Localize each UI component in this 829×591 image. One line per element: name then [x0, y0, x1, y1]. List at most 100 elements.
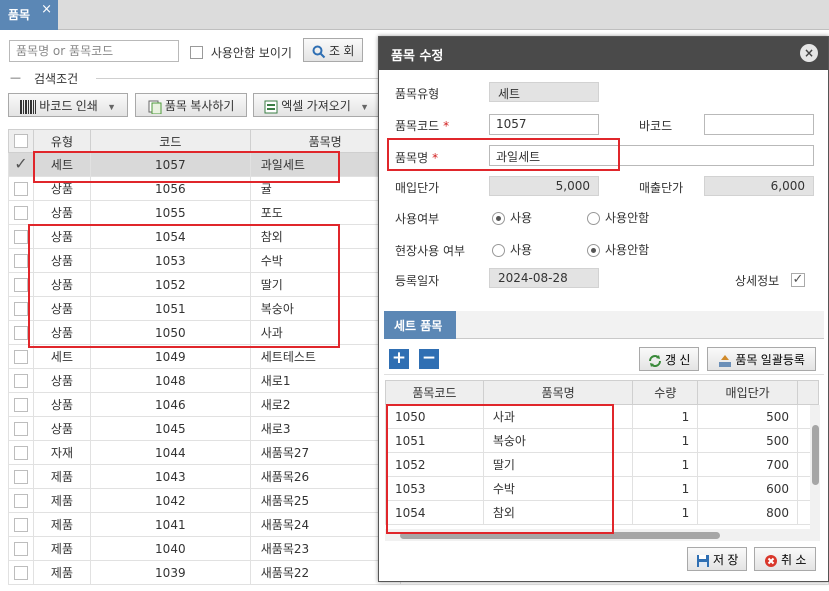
horizontal-scrollbar[interactable]: [385, 529, 819, 541]
field-use-label: 현장사용 여부: [395, 244, 466, 258]
row-checkbox[interactable]: [13, 181, 28, 196]
row-checkbox[interactable]: [13, 469, 28, 484]
required-mark: *: [432, 151, 439, 165]
row-select-cell[interactable]: [8, 392, 34, 417]
row-select-cell[interactable]: [8, 200, 34, 225]
barcode-input[interactable]: [704, 114, 814, 135]
row-select-cell[interactable]: [8, 536, 34, 561]
set-column-qty[interactable]: 수량: [632, 380, 699, 405]
save-label: 저 장: [712, 553, 739, 567]
column-header-code[interactable]: 코드: [89, 129, 251, 153]
bulk-register-button[interactable]: 품목 일괄등록: [707, 347, 816, 371]
table-row[interactable]: 1051 복숭아 1 500: [385, 428, 819, 453]
set-cell-price[interactable]: 700: [697, 452, 799, 477]
show-unused-checkbox[interactable]: [190, 46, 203, 59]
table-row[interactable]: 1053 수박 1 600: [385, 476, 819, 501]
collapse-icon[interactable]: —: [10, 71, 21, 84]
tab-items[interactable]: 품목 ×: [0, 0, 58, 30]
row-select-cell[interactable]: [8, 368, 34, 393]
field-no-radio[interactable]: 사용안함: [587, 241, 649, 258]
cell-code: 1051: [89, 296, 251, 321]
select-all-checkbox[interactable]: [13, 134, 28, 149]
set-cell-qty[interactable]: 1: [632, 404, 699, 429]
row-select-cell[interactable]: [8, 560, 34, 585]
chevron-down-icon[interactable]: ▼: [360, 102, 369, 112]
row-checkbox[interactable]: [13, 421, 28, 436]
chevron-down-icon[interactable]: ▼: [107, 102, 116, 112]
row-select-cell[interactable]: [8, 224, 34, 249]
row-select-cell[interactable]: [8, 512, 34, 537]
row-select-cell[interactable]: [8, 464, 34, 489]
add-row-icon[interactable]: +: [389, 349, 409, 369]
check-icon[interactable]: ✓: [14, 154, 27, 173]
refresh-button[interactable]: 갱 신: [639, 347, 699, 371]
barcode-print-button[interactable]: 바코드 인쇄 ▼: [8, 93, 128, 117]
set-column-price[interactable]: 매입단가: [697, 380, 799, 405]
remove-row-icon[interactable]: −: [419, 349, 439, 369]
row-checkbox[interactable]: [13, 493, 28, 508]
table-row[interactable]: 1050 사과 1 500: [385, 404, 819, 429]
row-checkbox[interactable]: [13, 445, 28, 460]
row-checkbox[interactable]: [13, 277, 28, 292]
use-no-radio[interactable]: 사용안함: [587, 209, 649, 226]
scroll-thumb[interactable]: [812, 425, 819, 485]
set-cell-qty[interactable]: 1: [632, 476, 699, 501]
row-checkbox[interactable]: [13, 397, 28, 412]
use-yes-radio[interactable]: 사용: [492, 209, 532, 226]
row-select-cell[interactable]: [8, 344, 34, 369]
row-checkbox[interactable]: [13, 373, 28, 388]
excel-import-button[interactable]: 엑셀 가져오기 ▼: [253, 93, 380, 117]
vertical-scrollbar[interactable]: [810, 405, 820, 541]
detail-checkbox[interactable]: ✓: [791, 273, 805, 287]
column-header-type[interactable]: 유형: [32, 129, 91, 153]
scroll-thumb[interactable]: [400, 532, 720, 539]
set-cell-price[interactable]: 500: [697, 404, 799, 429]
row-checkbox[interactable]: [13, 253, 28, 268]
table-row[interactable]: 1052 딸기 1 700: [385, 452, 819, 477]
row-checkbox[interactable]: [13, 229, 28, 244]
row-select-cell[interactable]: [8, 440, 34, 465]
cell-code: 1050: [89, 320, 251, 345]
set-column-code[interactable]: 품목코드: [385, 380, 484, 405]
table-row[interactable]: 1054 참외 1 800: [385, 500, 819, 525]
row-select-cell[interactable]: [8, 248, 34, 273]
set-cell-price[interactable]: 800: [697, 500, 799, 525]
row-select-cell[interactable]: ✓: [8, 152, 34, 177]
row-select-cell[interactable]: [8, 488, 34, 513]
row-select-cell[interactable]: [8, 272, 34, 297]
set-cell-qty[interactable]: 1: [632, 428, 699, 453]
row-select-cell[interactable]: [8, 416, 34, 441]
tab-close-icon[interactable]: ×: [41, 2, 52, 17]
tab-bar: 품목 ×: [0, 0, 829, 30]
search-conditions[interactable]: — 검색조건: [8, 70, 380, 86]
field-yes-radio[interactable]: 사용: [492, 241, 532, 258]
show-unused-toggle[interactable]: 사용안함 보이기: [190, 44, 292, 61]
search-button[interactable]: 조 회: [303, 38, 363, 62]
row-checkbox[interactable]: [13, 565, 28, 580]
set-cell-qty[interactable]: 1: [632, 500, 699, 525]
row-checkbox[interactable]: [13, 325, 28, 340]
row-checkbox[interactable]: [13, 349, 28, 364]
save-button[interactable]: 저 장: [687, 547, 747, 571]
set-cell-price[interactable]: 600: [697, 476, 799, 501]
row-select-cell[interactable]: [8, 296, 34, 321]
set-cell-price[interactable]: 500: [697, 428, 799, 453]
search-input[interactable]: [9, 40, 179, 62]
row-checkbox[interactable]: [13, 517, 28, 532]
row-select-cell[interactable]: [8, 176, 34, 201]
cancel-button[interactable]: 취 소: [754, 547, 816, 571]
item-code-input[interactable]: 1057: [489, 114, 599, 135]
copy-item-button[interactable]: 품목 복사하기: [135, 93, 247, 117]
select-all-cell[interactable]: [8, 129, 34, 153]
dialog-close-icon[interactable]: ×: [800, 44, 818, 62]
row-checkbox[interactable]: [13, 301, 28, 316]
toolbar: 바코드 인쇄 ▼ 품목 복사하기 엑셀 가져오기 ▼: [0, 92, 380, 120]
row-checkbox[interactable]: [13, 205, 28, 220]
set-column-name[interactable]: 품목명: [482, 380, 634, 405]
set-cell-qty[interactable]: 1: [632, 452, 699, 477]
row-checkbox[interactable]: [13, 541, 28, 556]
barcode-label: 바코드: [639, 119, 673, 133]
tab-set-items[interactable]: 세트 품목: [384, 311, 456, 339]
row-select-cell[interactable]: [8, 320, 34, 345]
item-name-input[interactable]: 과일세트: [489, 145, 814, 166]
